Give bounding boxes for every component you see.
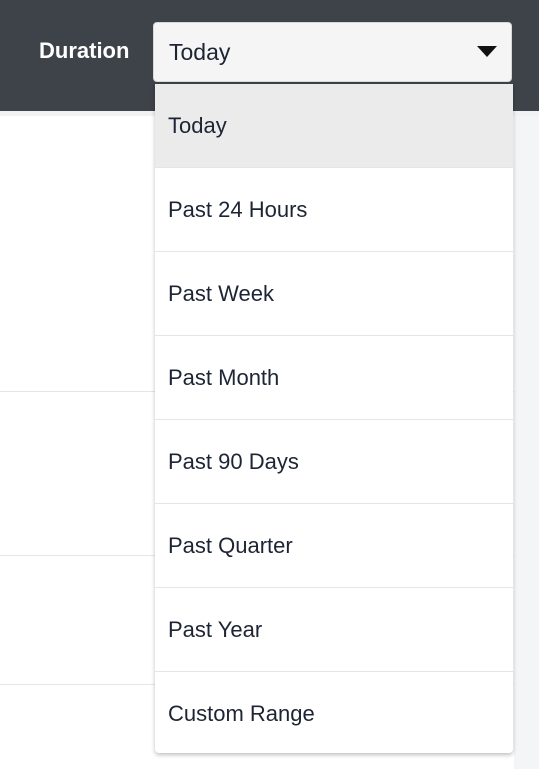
background-right-strip <box>514 116 539 769</box>
dropdown-option-past-24-hours[interactable]: Past 24 Hours <box>155 168 513 252</box>
dropdown-option-past-month[interactable]: Past Month <box>155 336 513 420</box>
dropdown-option-past-quarter[interactable]: Past Quarter <box>155 504 513 588</box>
duration-select-value: Today <box>169 39 231 65</box>
duration-dropdown-menu: Today Past 24 Hours Past Week Past Month… <box>155 84 513 753</box>
dropdown-option-today[interactable]: Today <box>155 84 513 168</box>
caret-down-icon[interactable] <box>477 46 497 57</box>
dropdown-option-custom-range[interactable]: Custom Range <box>155 672 513 753</box>
duration-label: Duration <box>39 38 130 63</box>
dropdown-option-past-90-days[interactable]: Past 90 Days <box>155 420 513 504</box>
dropdown-option-past-year[interactable]: Past Year <box>155 588 513 672</box>
duration-select[interactable]: Today <box>153 22 512 82</box>
dropdown-option-past-week[interactable]: Past Week <box>155 252 513 336</box>
page: Duration Today Today Past 24 Hours Past … <box>0 0 539 769</box>
